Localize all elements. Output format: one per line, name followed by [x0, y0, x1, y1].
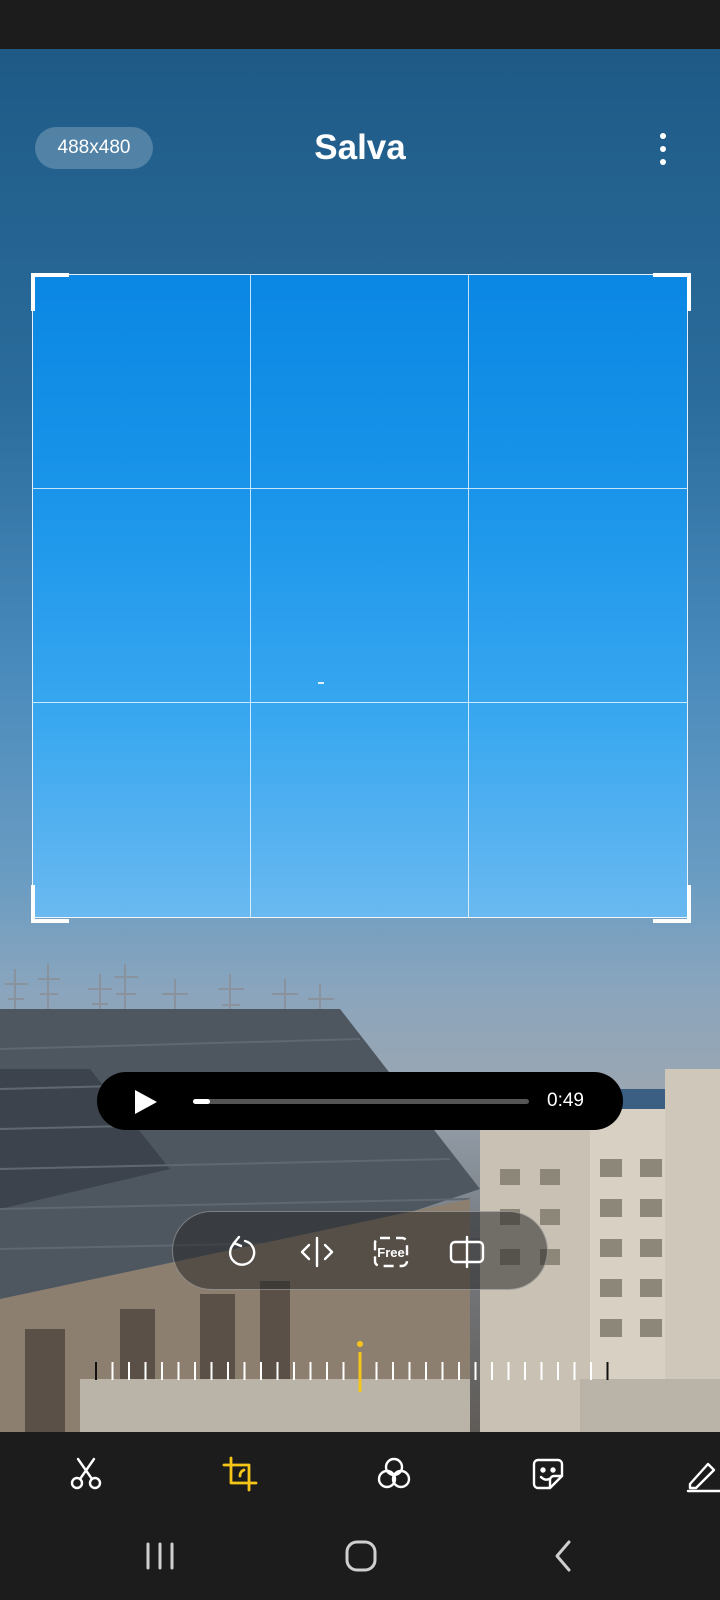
crop-tools-bar: Free — [172, 1211, 548, 1290]
crop-handle-bottom-left[interactable] — [31, 885, 69, 923]
trim-icon[interactable] — [66, 1454, 106, 1494]
recent-apps-icon[interactable] — [140, 1536, 180, 1576]
play-icon[interactable] — [133, 1088, 159, 1116]
free-aspect-ratio-icon[interactable]: Free — [371, 1232, 411, 1272]
ruler-center-dot — [357, 1341, 363, 1347]
mirror-icon[interactable] — [447, 1232, 487, 1272]
stickers-icon[interactable] — [528, 1454, 568, 1494]
seek-bar[interactable] — [193, 1099, 529, 1104]
crop-grid-line — [33, 488, 687, 489]
seek-bar-progress — [193, 1099, 210, 1104]
svg-text:Free: Free — [377, 1245, 404, 1260]
crop-handle-top-left[interactable] — [31, 273, 69, 311]
save-button[interactable]: Salva — [290, 125, 430, 171]
crop-grid-line — [33, 702, 687, 703]
crop-handle-top-right[interactable] — [653, 273, 691, 311]
crop-grid-line — [250, 275, 251, 917]
rotate-icon[interactable] — [221, 1232, 261, 1272]
flip-horizontal-icon[interactable] — [297, 1232, 337, 1272]
crop-frame[interactable] — [32, 274, 688, 918]
more-options-icon[interactable] — [648, 131, 678, 167]
video-player-bar: 0:49 — [97, 1072, 623, 1130]
draw-icon[interactable] — [684, 1454, 720, 1494]
bird-speck — [318, 682, 324, 684]
filters-icon[interactable] — [374, 1454, 414, 1494]
rotation-ruler[interactable] — [0, 1340, 720, 1400]
crop-handle-bottom-right[interactable] — [653, 885, 691, 923]
crop-grid-line — [468, 275, 469, 917]
back-icon[interactable] — [543, 1536, 583, 1576]
rotation-ruler-ticks — [95, 1341, 609, 1392]
dimensions-badge: 488x480 — [35, 127, 153, 169]
status-bar — [0, 0, 720, 49]
editor-bottom-bar — [0, 1432, 720, 1600]
video-duration: 0:49 — [547, 1090, 584, 1111]
crop-tab-icon[interactable] — [220, 1454, 260, 1494]
home-icon[interactable] — [341, 1536, 381, 1576]
